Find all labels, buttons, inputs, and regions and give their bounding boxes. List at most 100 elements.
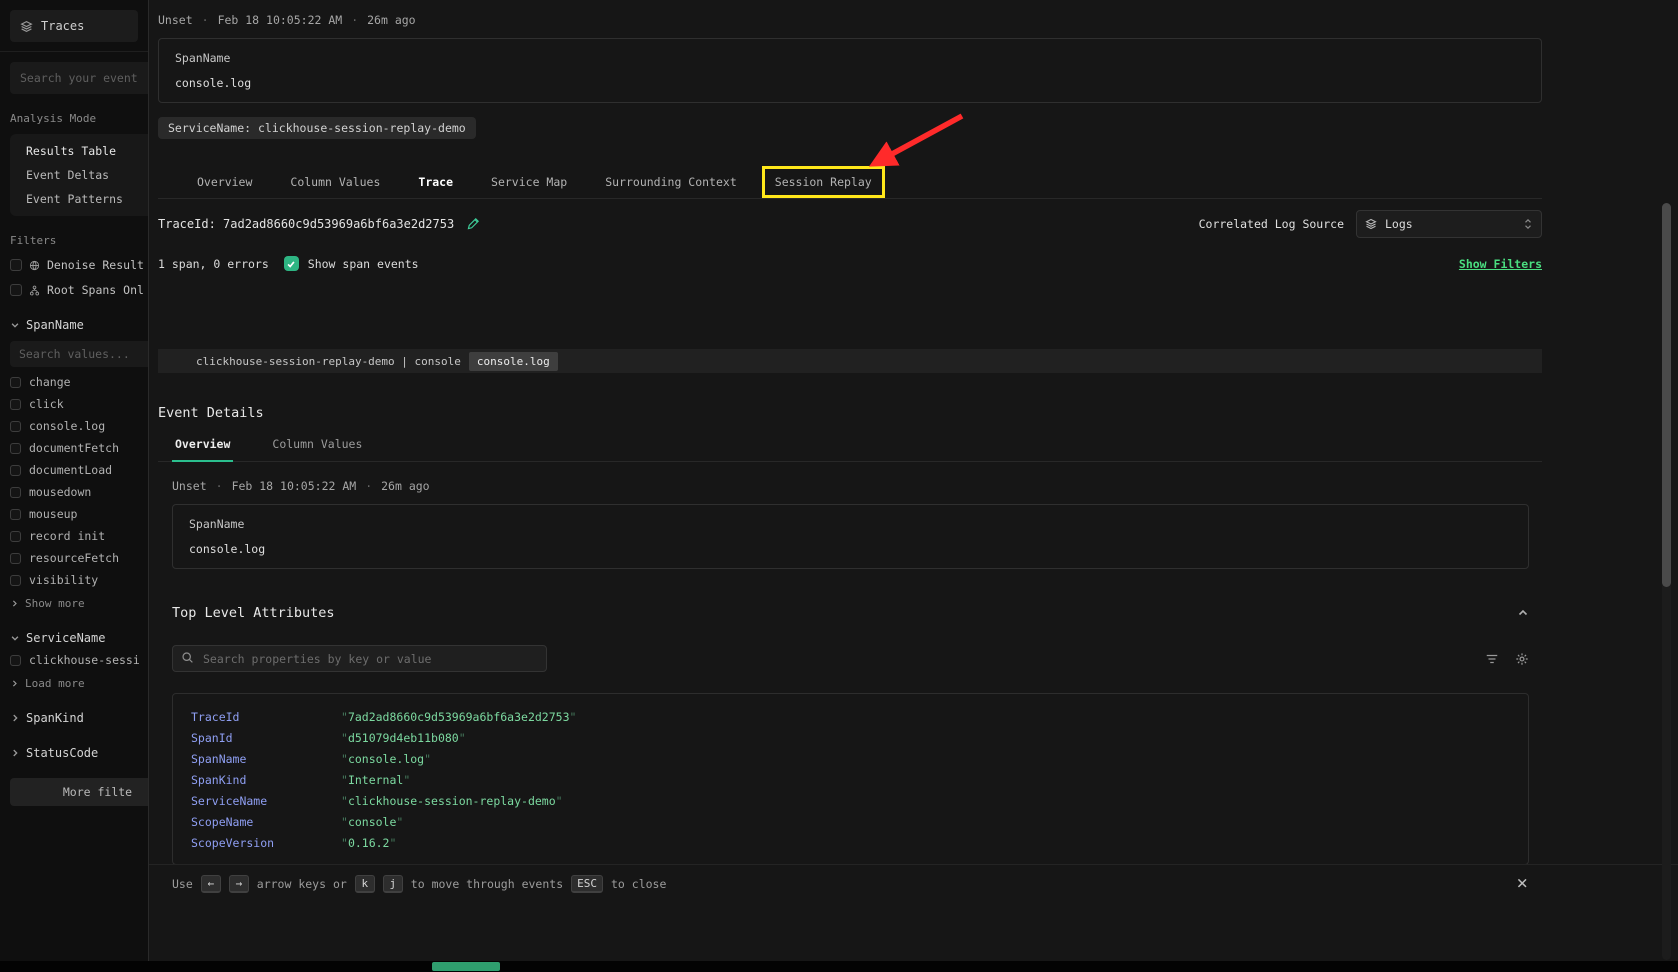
- sidebar-section-statuscode[interactable]: StatusCode: [10, 746, 148, 760]
- sidebar-section-servicename[interactable]: ServiceName: [10, 631, 148, 645]
- gear-icon[interactable]: [1515, 652, 1529, 666]
- analysis-mode-panel: Results Table Event Deltas Event Pattern…: [10, 134, 148, 216]
- attribute-key[interactable]: ServiceName: [191, 794, 341, 808]
- filter-lines-icon[interactable]: [1485, 652, 1499, 666]
- section-title: StatusCode: [26, 746, 98, 760]
- attribute-key[interactable]: SpanId: [191, 731, 341, 745]
- tab-service-map[interactable]: Service Map: [478, 166, 580, 198]
- sidebar-section-spankind[interactable]: SpanKind: [10, 711, 148, 725]
- panel-footer: Use ← → arrow keys or k j to move throug…: [149, 864, 1678, 902]
- attribute-row: SpanName console.log: [191, 748, 1510, 769]
- log-source-select[interactable]: Logs: [1356, 210, 1542, 238]
- tab-surrounding-context[interactable]: Surrounding Context: [592, 166, 750, 198]
- properties-search-input[interactable]: [172, 645, 547, 672]
- sidebar-divider: [0, 51, 148, 52]
- chevron-down-icon: [10, 633, 20, 643]
- show-more-label: Show more: [25, 597, 85, 610]
- scrollbar-thumb[interactable]: [1662, 203, 1671, 587]
- sidebar-section-spanname[interactable]: SpanName: [10, 318, 148, 332]
- attribute-key[interactable]: ScopeName: [191, 815, 341, 829]
- attribute-key[interactable]: SpanName: [191, 752, 341, 766]
- spanname-option-documentload[interactable]: documentLoad: [10, 463, 148, 477]
- attribute-value[interactable]: console.log: [341, 752, 431, 766]
- tab-trace[interactable]: Trace: [405, 166, 466, 198]
- checkbox[interactable]: [10, 443, 21, 454]
- attribute-row: ServiceName clickhouse-session-replay-de…: [191, 790, 1510, 811]
- checkbox[interactable]: [10, 575, 21, 586]
- checkbox[interactable]: [10, 399, 21, 410]
- subtab-overview[interactable]: Overview: [172, 429, 233, 462]
- option-label: click: [29, 397, 64, 411]
- event-search-input[interactable]: [10, 62, 148, 94]
- span-summary-row: 1 span, 0 errors Show span events Show F…: [158, 256, 1542, 271]
- checkbox[interactable]: [10, 377, 21, 388]
- tab-column-values[interactable]: Column Values: [277, 166, 393, 198]
- analysis-mode-event-patterns[interactable]: Event Patterns: [10, 187, 148, 211]
- attributes-toolbar: [172, 645, 1529, 672]
- tab-overview[interactable]: Overview: [184, 166, 265, 198]
- attribute-value[interactable]: 0.16.2: [341, 836, 396, 850]
- checkbox[interactable]: [10, 655, 21, 666]
- trace-waterfall-row: clickhouse-session-replay-demo | console…: [158, 349, 1542, 373]
- attribute-value[interactable]: Internal: [341, 773, 410, 787]
- trace-header-row: TraceId: 7ad2ad8660c9d53969a6bf6a3e2d275…: [158, 210, 1542, 238]
- spanname-option-record-init[interactable]: record init: [10, 529, 148, 543]
- spanname-option-documentfetch[interactable]: documentFetch: [10, 441, 148, 455]
- service-name-badge[interactable]: ServiceName: clickhouse-session-replay-d…: [158, 117, 476, 139]
- analysis-mode-event-deltas[interactable]: Event Deltas: [10, 163, 148, 187]
- spanname-values-search-input[interactable]: [10, 341, 148, 367]
- spanname-option-resourcefetch[interactable]: resourceFetch: [10, 551, 148, 565]
- servicename-load-more[interactable]: Load more: [10, 677, 148, 690]
- subtab-column-values[interactable]: Column Values: [269, 429, 365, 461]
- checkbox[interactable]: [10, 553, 21, 564]
- spanname-option-click[interactable]: click: [10, 397, 148, 411]
- attribute-key[interactable]: TraceId: [191, 710, 341, 724]
- checkbox[interactable]: [10, 465, 21, 476]
- attribute-value[interactable]: d51079d4eb11b080: [341, 731, 466, 745]
- background-highlight-segment: [432, 962, 500, 971]
- checkbox[interactable]: [10, 531, 21, 542]
- spanname-option-change[interactable]: change: [10, 375, 148, 389]
- sidebar-source-traces[interactable]: Traces: [10, 10, 138, 42]
- more-filters-button[interactable]: More filte: [10, 778, 148, 806]
- top-level-attributes-header: Top Level Attributes: [172, 605, 1529, 621]
- waterfall-span-chip[interactable]: console.log: [469, 352, 558, 371]
- span-name-label: SpanName: [175, 51, 1525, 65]
- checkbox[interactable]: [10, 487, 21, 498]
- option-label: documentLoad: [29, 463, 112, 477]
- checkbox[interactable]: [10, 509, 21, 520]
- chevron-up-icon[interactable]: [1517, 607, 1529, 619]
- spanname-option-console-log[interactable]: console.log: [10, 419, 148, 433]
- tab-session-replay[interactable]: Session Replay: [765, 169, 882, 195]
- checkbox[interactable]: [10, 421, 21, 432]
- attribute-key[interactable]: SpanKind: [191, 773, 341, 787]
- filter-toggle-denoise[interactable]: Denoise Result: [10, 258, 148, 272]
- show-filters-link[interactable]: Show Filters: [1459, 257, 1542, 271]
- close-icon[interactable]: ×: [1517, 874, 1528, 893]
- filter-toggle-label: Denoise Result: [47, 258, 144, 272]
- spanname-option-visibility[interactable]: visibility: [10, 573, 148, 587]
- attribute-value[interactable]: clickhouse-session-replay-demo: [341, 794, 563, 808]
- separator: ·: [202, 13, 209, 27]
- attribute-key[interactable]: ScopeVersion: [191, 836, 341, 850]
- scrollbar-track[interactable]: [1662, 203, 1671, 960]
- checkbox[interactable]: [10, 259, 22, 271]
- analysis-mode-results-table[interactable]: Results Table: [10, 139, 148, 163]
- spanname-option-mousedown[interactable]: mousedown: [10, 485, 148, 499]
- globe-icon: [29, 260, 40, 271]
- attribute-row: SpanId d51079d4eb11b080: [191, 727, 1510, 748]
- edit-icon[interactable]: [466, 218, 479, 231]
- checkbox[interactable]: [10, 284, 22, 296]
- load-more-label: Load more: [25, 677, 85, 690]
- option-label: console.log: [29, 419, 105, 433]
- servicename-option-clickhouse[interactable]: clickhouse-sessi: [10, 653, 148, 667]
- attribute-value[interactable]: 7ad2ad8660c9d53969a6bf6a3e2d2753: [341, 710, 576, 724]
- show-span-events-checkbox[interactable]: [284, 256, 299, 271]
- spanname-option-mouseup[interactable]: mouseup: [10, 507, 148, 521]
- correlated-log-source-label: Correlated Log Source: [1199, 217, 1344, 231]
- spanname-show-more[interactable]: Show more: [10, 597, 148, 610]
- show-span-events-label[interactable]: Show span events: [308, 257, 419, 271]
- chevron-down-icon: [10, 320, 20, 330]
- attribute-value[interactable]: console: [341, 815, 403, 829]
- filter-toggle-root-spans[interactable]: Root Spans Onl: [10, 283, 148, 297]
